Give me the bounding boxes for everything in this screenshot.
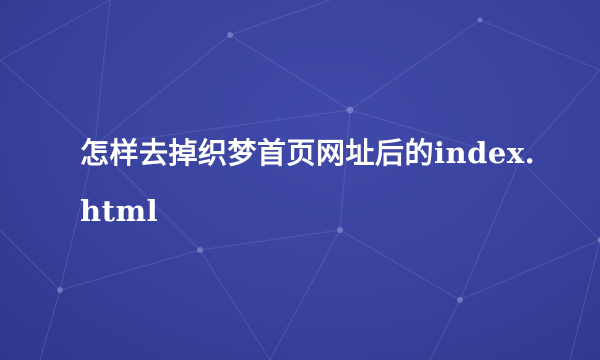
page-title: 怎样去掉织梦首页网址后的index.html [80,136,536,228]
title-banner: 怎样去掉织梦首页网址后的index.html [0,0,600,360]
